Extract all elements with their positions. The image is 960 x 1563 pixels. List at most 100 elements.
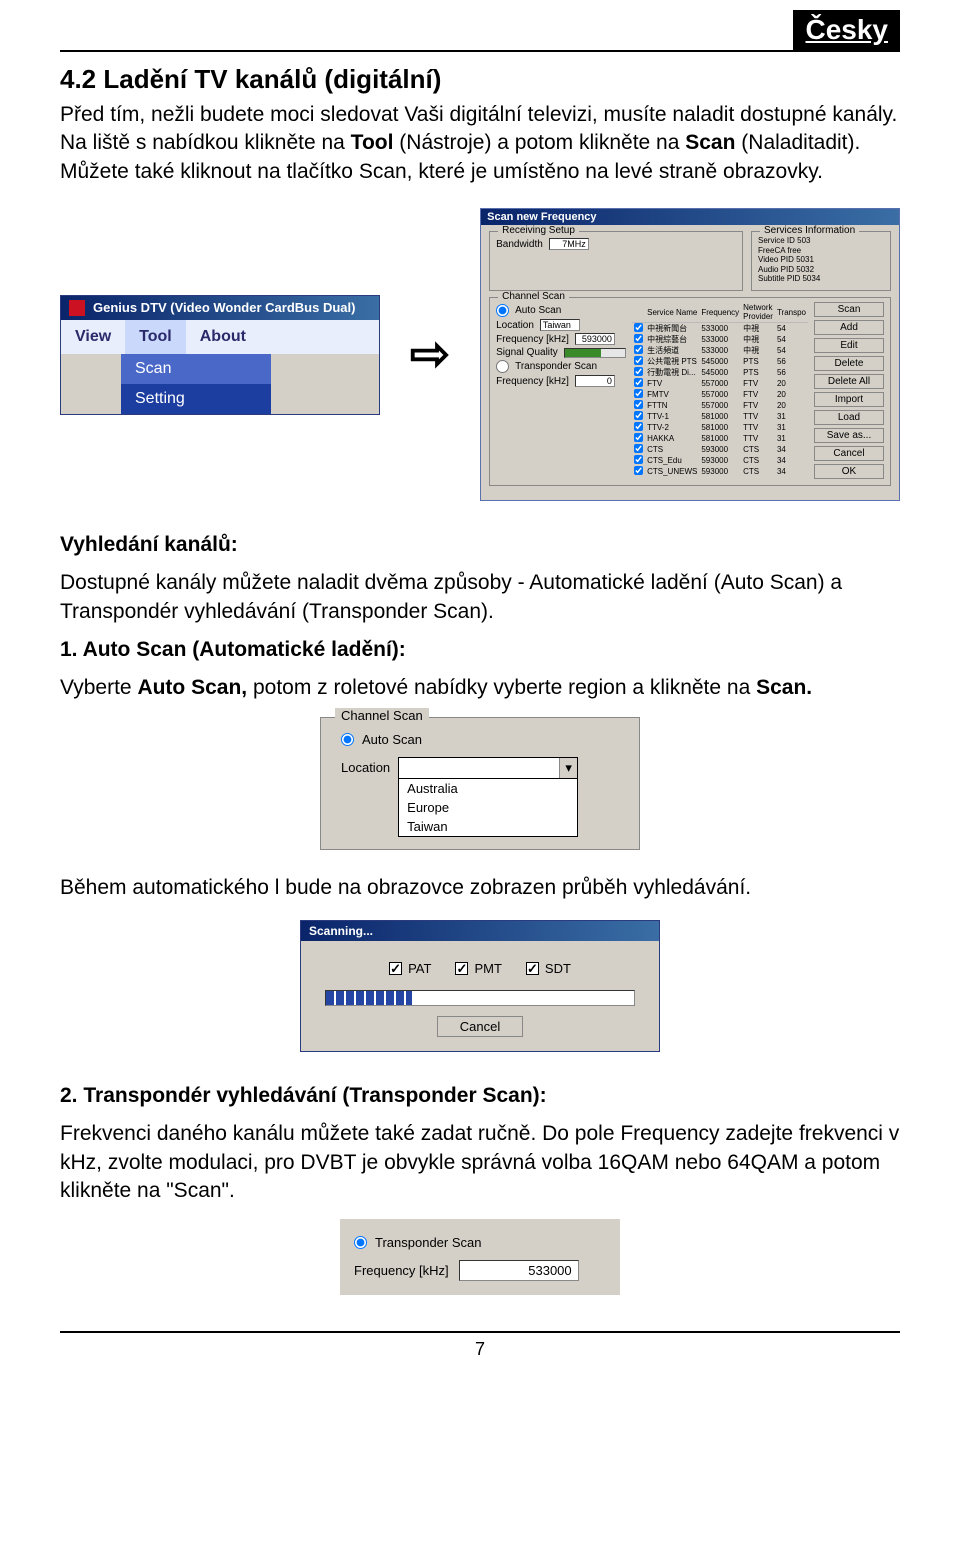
ok-button[interactable]: OK	[814, 464, 884, 479]
check-label: PAT	[408, 961, 431, 976]
as-a: Vyberte	[60, 676, 137, 699]
row-checkbox[interactable]	[634, 422, 643, 431]
table-row[interactable]: 公共電視 PTS545000PTS56	[632, 356, 808, 367]
scanning-titlebar: Scanning...	[301, 921, 659, 941]
import-button[interactable]: Import	[814, 392, 884, 407]
tp-freq-value[interactable]: 0	[575, 375, 615, 387]
row-checkbox[interactable]	[634, 455, 643, 464]
check-icon: ✓	[389, 962, 402, 975]
cell: 593000	[699, 444, 741, 455]
table-row[interactable]: 中視綜藝台533000中視54	[632, 334, 808, 345]
scan-button[interactable]: Scan	[814, 302, 884, 317]
intro-scan: Scan	[685, 131, 735, 154]
row-checkbox[interactable]	[634, 400, 643, 409]
row-checkbox[interactable]	[634, 411, 643, 420]
table-row[interactable]: HAKKA581000TTV31	[632, 433, 808, 444]
col-header	[632, 302, 645, 323]
table-row[interactable]: 生活頻道533000中視54	[632, 345, 808, 356]
menu-view[interactable]: View	[61, 320, 125, 354]
menu-tool[interactable]: Tool	[125, 320, 186, 354]
cell: 生活頻道	[645, 345, 699, 356]
row-checkbox[interactable]	[634, 334, 643, 343]
delete-all-button[interactable]: Delete All	[814, 374, 884, 389]
bandwidth-value[interactable]: 7MHz	[549, 238, 589, 250]
location-option[interactable]: Taiwan	[399, 817, 577, 836]
add-button[interactable]: Add	[814, 320, 884, 335]
table-row[interactable]: FTTN557000FTV20	[632, 400, 808, 411]
cancel-button[interactable]: Cancel	[814, 446, 884, 461]
svc-row: Audio PID 5032	[758, 265, 884, 275]
cell: FTV	[741, 400, 775, 411]
cell: 54	[775, 345, 808, 356]
location-value[interactable]: Taiwan	[540, 319, 580, 331]
cell: 中視新聞台	[645, 323, 699, 335]
location-select[interactable]: ▾ AustraliaEuropeTaiwan	[398, 757, 578, 837]
cell: 54	[775, 323, 808, 335]
cell: FTV	[741, 378, 775, 389]
table-row[interactable]: CTS_UNEWS593000CTS34	[632, 466, 808, 477]
cell: 56	[775, 356, 808, 367]
app-icon	[69, 300, 85, 316]
row-checkbox[interactable]	[634, 356, 643, 365]
window-title: Genius DTV (Video Wonder CardBus Dual)	[93, 300, 355, 315]
table-row[interactable]: FMTV557000FTV20	[632, 389, 808, 400]
row-checkbox[interactable]	[634, 367, 643, 376]
row-checkbox[interactable]	[634, 433, 643, 442]
table-row[interactable]: CTS_Edu593000CTS34	[632, 455, 808, 466]
row-checkbox[interactable]	[634, 323, 643, 332]
chevron-down-icon[interactable]: ▾	[559, 758, 577, 778]
table-row[interactable]: 中視新聞台533000中視54	[632, 323, 808, 335]
table-row[interactable]: CTS593000CTS34	[632, 444, 808, 455]
load-button[interactable]: Load	[814, 410, 884, 425]
table-row[interactable]: TTV-2581000TTV31	[632, 422, 808, 433]
check-icon: ✓	[526, 962, 539, 975]
table-row[interactable]: FTV557000FTV20	[632, 378, 808, 389]
dropdown-setting[interactable]: Setting	[121, 384, 271, 414]
cell: 34	[775, 455, 808, 466]
cell: 581000	[699, 411, 741, 422]
edit-button[interactable]: Edit	[814, 338, 884, 353]
dropdown-scan[interactable]: Scan	[121, 354, 271, 384]
row-checkbox[interactable]	[634, 378, 643, 387]
col-header: Frequency	[699, 302, 741, 323]
titlebar: Genius DTV (Video Wonder CardBus Dual)	[61, 296, 379, 320]
menu-about[interactable]: About	[186, 320, 260, 354]
save-as--button[interactable]: Save as...	[814, 428, 884, 443]
table-row[interactable]: 行動電視 Di...545000PTS56	[632, 367, 808, 378]
cell: 行動電視 Di...	[645, 367, 699, 378]
autoscan-radio[interactable]	[341, 733, 354, 746]
location-option[interactable]: Australia	[399, 779, 577, 798]
tp-body: Frekvenci daného kanálu můžete také zada…	[60, 1120, 900, 1205]
cell: 557000	[699, 378, 741, 389]
channel-scan-group: Channel Scan Auto Scan Location ▾ Austra…	[320, 717, 640, 850]
tp-freq-label-2: Frequency [kHz]	[354, 1263, 449, 1278]
language-badge: Česky	[793, 10, 900, 50]
table-row[interactable]: TTV-1581000TTV31	[632, 411, 808, 422]
location-option[interactable]: Europe	[399, 798, 577, 817]
search-body: Dostupné kanály můžete naladit dvěma způ…	[60, 569, 900, 626]
cancel-button[interactable]: Cancel	[437, 1016, 523, 1037]
cell: 34	[775, 444, 808, 455]
auto-scan-radio[interactable]	[496, 304, 509, 317]
row-checkbox[interactable]	[634, 389, 643, 398]
menu-window: Genius DTV (Video Wonder CardBus Dual) V…	[60, 295, 380, 415]
tp-scan-radio[interactable]	[496, 360, 509, 373]
signal-label: Signal Quality	[496, 347, 558, 358]
auto-scan-label: Auto Scan	[515, 305, 561, 316]
cell: 中視	[741, 323, 775, 335]
svc-row: Service ID 503	[758, 236, 884, 246]
cell: 20	[775, 400, 808, 411]
cell: PTS	[741, 356, 775, 367]
tp-radio[interactable]	[354, 1236, 367, 1249]
tp-freq-input[interactable]	[459, 1260, 579, 1281]
svc-row: FreeCA free	[758, 246, 884, 256]
delete-button[interactable]: Delete	[814, 356, 884, 371]
row-checkbox[interactable]	[634, 466, 643, 475]
cell: 中視	[741, 334, 775, 345]
row-checkbox[interactable]	[634, 444, 643, 453]
cell: 557000	[699, 400, 741, 411]
location-select-value[interactable]	[399, 758, 559, 778]
cell: CTS	[645, 444, 699, 455]
row-checkbox[interactable]	[634, 345, 643, 354]
cell: 593000	[699, 466, 741, 477]
